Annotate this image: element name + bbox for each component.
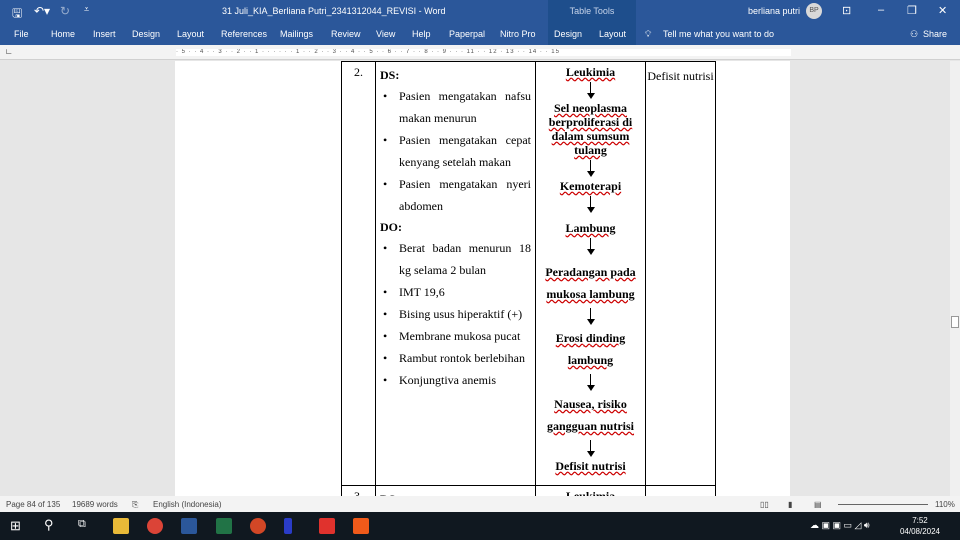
file-explorer-icon[interactable] [113,518,129,534]
tab-layout[interactable]: Layout [177,29,204,39]
tab-review[interactable]: Review [331,29,361,39]
language[interactable]: English (Indonesia) [153,500,221,509]
minimize-icon[interactable]: – [878,4,884,16]
proofing-icon[interactable]: ⎘ [132,500,138,510]
document-page[interactable]: 2. DS: Pasien mengatakan nafsu makan men… [175,61,790,513]
ds-label: DS: [380,68,400,82]
close-icon[interactable]: ✕ [938,4,947,17]
redo-icon[interactable]: ↻ [60,4,70,18]
table-row: 2. DS: Pasien mengatakan nafsu makan men… [341,61,716,486]
word-icon[interactable] [181,518,197,534]
list-item: Bising usus hiperaktif (+) [380,303,531,325]
flow-step: Nausea, risiko gangguan nutrisi [546,397,635,433]
tab-help[interactable]: Help [412,29,431,39]
tab-home[interactable]: Home [51,29,75,39]
tab-references[interactable]: References [221,29,267,39]
problem-cell[interactable]: Defisit nutrisi [645,61,716,486]
tab-design[interactable]: Design [132,29,160,39]
ruler-scale: · 5 · · 4 · · 3 · · 2 · · 1 · · · · · · … [176,49,791,56]
etiology-cell[interactable]: Leukimia Sel neoplasma berproliferasi di… [535,61,646,486]
arrow-down-icon [536,193,645,221]
avatar[interactable]: BP [806,3,822,19]
title-bar: 🖫 ↶▾ ↻ ⩡ 31 Juli_KIA_Berliana Putri_2341… [0,0,960,23]
scrollbar-thumb[interactable] [951,316,959,328]
window-title: 31 Juli_KIA_Berliana Putri_2341312044_RE… [222,6,446,16]
web-layout-icon[interactable]: ▤ [814,500,822,509]
page-count[interactable]: Page 84 of 135 [6,500,60,509]
task-view-icon[interactable]: ⧉ [78,518,86,531]
ruler[interactable]: ∟ · 5 · · 4 · · 3 · · 2 · · 1 · · · · · … [0,45,960,60]
user-name[interactable]: berliana putri [748,6,800,16]
flow-step: Defisit nutrisi [555,459,626,473]
read-mode-icon[interactable]: ▯▯ [760,500,769,509]
list-item: Pasien mengatakan nyeri abdomen [380,173,531,217]
camera-app-icon[interactable] [319,518,335,534]
flow-step: Lambung [565,221,616,235]
ribbon-display-icon[interactable]: ⊡ [842,4,851,17]
tab-insert[interactable]: Insert [93,29,116,39]
undo-icon[interactable]: ↶▾ [34,4,50,18]
system-tray-icons[interactable]: ☁ ▣ ▣ ▭ ◿ 🔊︎ [810,520,870,531]
row-number: 2. [341,61,376,486]
table-tools-label: Table Tools [569,6,615,16]
zoom-slider[interactable] [838,504,928,505]
excel-icon[interactable] [216,518,232,534]
tab-nitro-pro[interactable]: Nitro Pro [500,29,536,39]
arrow-down-icon [536,157,645,179]
nitro-icon[interactable] [353,518,369,534]
arrow-down-icon [536,79,645,101]
tab-mailings[interactable]: Mailings [280,29,313,39]
list-item: Konjungtiva anemis [380,369,531,391]
flow-step: Leukimia [565,65,616,79]
ribbon-tabs: File Home Insert Design Layout Reference… [0,23,960,45]
tab-table-layout[interactable]: Layout [599,29,626,39]
arrow-down-icon [536,437,645,459]
list-item: Pasien mengatakan cepat kenyang setelah … [380,129,531,173]
data-cell[interactable]: DS: Pasien mengatakan nafsu makan menuru… [375,61,536,486]
tab-file[interactable]: File [14,29,29,39]
clock[interactable]: 7:52 04/08/2024 [900,515,940,537]
word-count[interactable]: 19689 words [72,500,118,509]
powerpoint-icon[interactable] [250,518,266,534]
flow-step: Kemoterapi [559,179,622,193]
table-tools-group: Table Tools Design Layout [548,0,636,45]
app-icon[interactable] [284,518,292,534]
taskbar: ⊞ ⚲ ⧉ ☁ ▣ ▣ ▭ ◿ 🔊︎ 7:52 04/08/2024 [0,512,960,540]
arrow-down-icon [536,371,645,393]
arrow-down-icon [536,305,645,327]
windows-start-icon[interactable]: ⊞ [10,518,21,534]
flow-step: Sel neoplasma berproliferasi di dalam su… [548,101,633,157]
list-item: Pasien mengatakan nafsu makan menurun [380,85,531,129]
flow-step: Erosi dinding lambung [555,331,626,367]
list-item: Rambut rontok berlebihan [380,347,531,369]
zoom-level[interactable]: 110% [935,500,955,509]
diagnosis-table: 2. DS: Pasien mengatakan nafsu makan men… [341,61,716,513]
vertical-scrollbar[interactable] [950,61,960,496]
tab-selector-icon[interactable]: ∟ [5,47,13,56]
do-label: DO: [380,220,402,234]
list-item: Berat badan menurun 18 kg selama 2 bulan [380,237,531,281]
flow-step: Peradangan pada mukosa lambung [545,265,636,301]
arrow-down-icon [536,235,645,261]
restore-icon[interactable]: ❐ [907,4,917,17]
status-bar: Page 84 of 135 19689 words ⎘ English (In… [0,496,960,512]
date: 04/08/2024 [899,527,940,536]
list-item: Membrane mukosa pucat [380,325,531,347]
time: 7:52 [912,516,928,525]
save-icon[interactable]: 🖫 [12,4,22,25]
chrome-icon[interactable] [147,518,163,534]
search-icon[interactable]: ⚲ [44,517,54,533]
customize-quick-access-icon[interactable]: ⩡ [84,4,89,15]
list-item: IMT 19,6 [380,281,531,303]
tab-view[interactable]: View [376,29,395,39]
tab-paperpal[interactable]: Paperpal [449,29,485,39]
print-layout-icon[interactable]: ▮ [788,500,792,509]
tab-table-design[interactable]: Design [554,29,582,39]
